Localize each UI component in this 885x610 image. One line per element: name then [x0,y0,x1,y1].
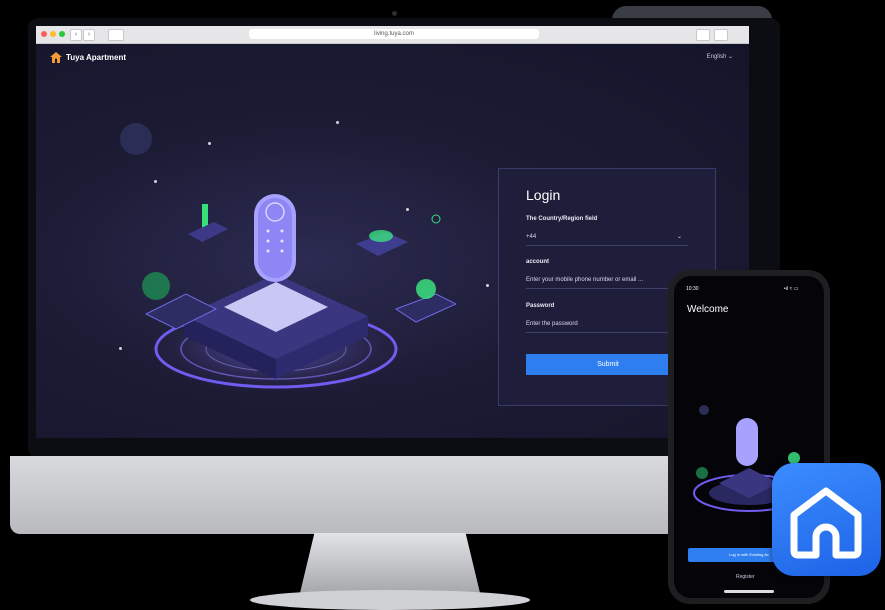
phone-register-link[interactable]: Register [736,574,755,580]
tuya-logo-icon [50,52,62,63]
sidebar-toggle-icon[interactable] [108,29,124,41]
brand: Tuya Apartment [50,52,126,63]
smart-lock-illustration [120,123,456,394]
chevron-down-icon: ⌄ [676,234,682,240]
imac-stand [300,533,480,593]
password-input[interactable]: Enter the password [526,316,688,333]
web-page: Tuya Apartment English ⌄ Login The Count… [36,44,749,438]
close-window-icon[interactable] [41,31,47,37]
imac-stand-foot [250,590,530,610]
browser-window: ‹ › living.tuya.com Tuya Apartment Engli… [36,26,749,438]
camera-dot [392,11,397,16]
address-bar[interactable]: living.tuya.com [249,29,539,39]
language-selector[interactable]: English ⌄ [707,53,733,60]
account-input[interactable]: Enter your mobile phone number or email … [526,272,688,289]
password-label: Password [526,303,555,309]
submit-button[interactable]: Submit [526,354,690,375]
brand-name: Tuya Apartment [66,53,127,62]
home-indicator [724,590,774,593]
minimize-window-icon[interactable] [50,31,56,37]
maximize-window-icon[interactable] [59,31,65,37]
phone-time: 10:30 [686,286,699,292]
country-value: +44 [526,234,537,240]
phone-status-icons: •ıl ≈ ▭ [784,286,799,292]
account-label: account [526,259,550,265]
login-title: Login [526,187,561,203]
share-icon[interactable] [696,29,710,41]
back-button[interactable]: ‹ [70,29,82,41]
country-select[interactable]: +44 ⌄ [526,229,688,246]
tabs-icon[interactable] [714,29,728,41]
forward-button[interactable]: › [83,29,95,41]
country-label: The Country/Region field [526,216,598,222]
phone-welcome: Welcome [687,304,729,315]
home-keyhole-icon [790,487,862,559]
tuya-home-app-icon[interactable] [772,463,881,576]
browser-toolbar: ‹ › living.tuya.com [36,26,749,44]
